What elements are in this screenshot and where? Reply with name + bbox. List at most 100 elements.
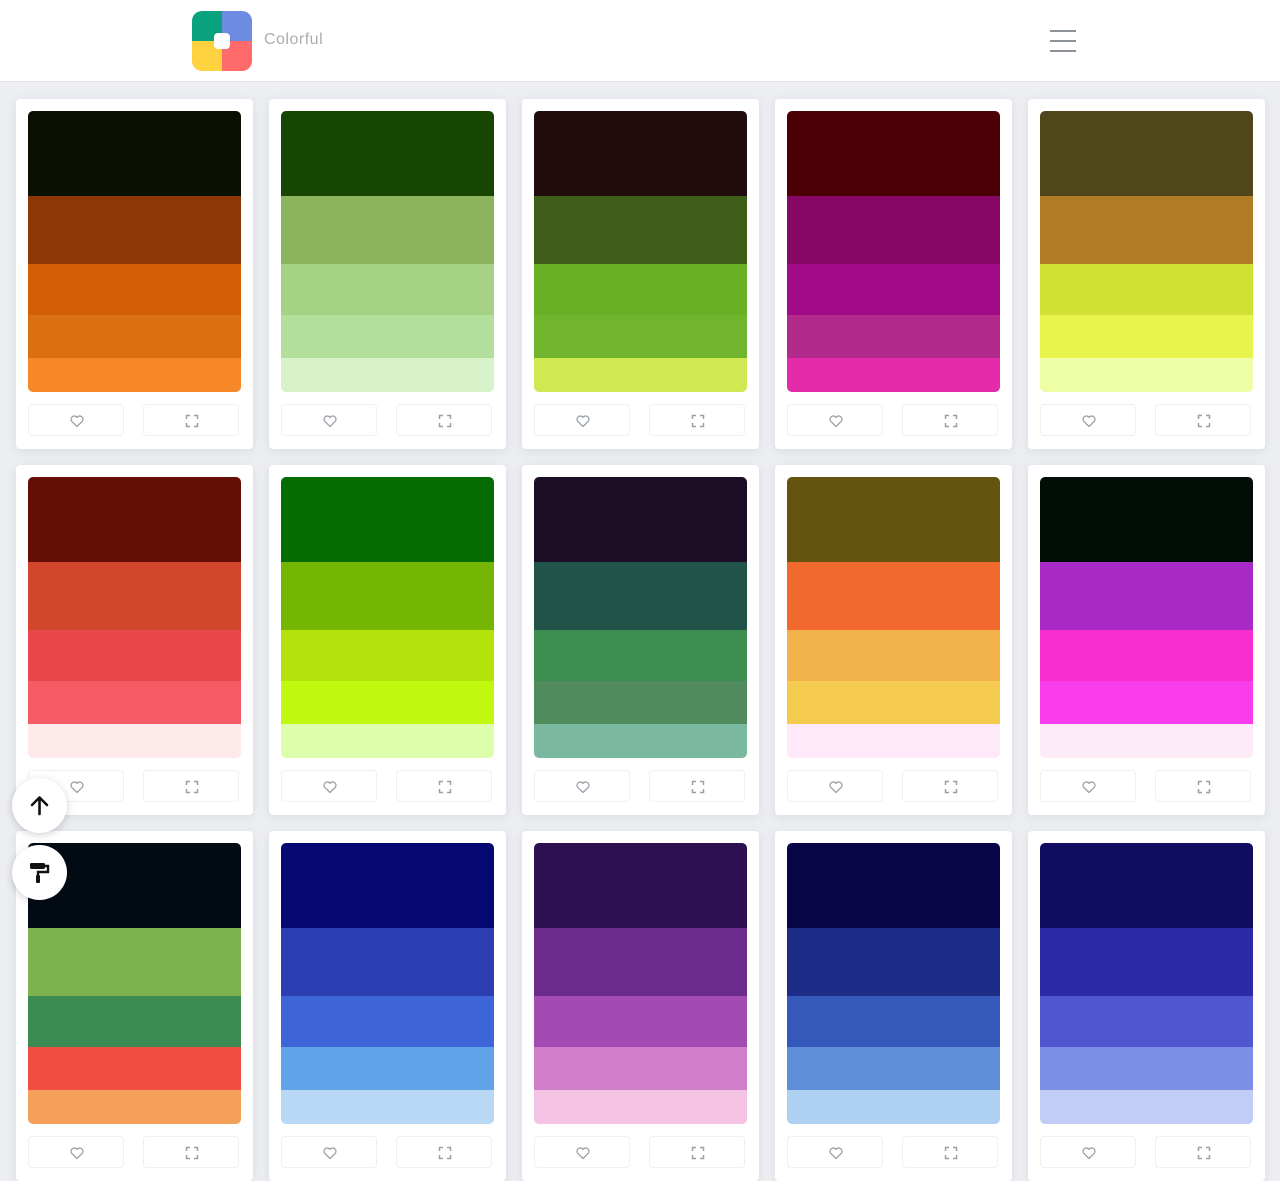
color-swatch[interactable] — [787, 1090, 1000, 1124]
like-button[interactable] — [281, 1136, 377, 1168]
color-swatch[interactable] — [1040, 562, 1253, 630]
color-swatch[interactable] — [28, 358, 241, 392]
color-swatch[interactable] — [1040, 843, 1253, 928]
palette-swatches[interactable] — [281, 843, 494, 1124]
color-swatch[interactable] — [281, 264, 494, 315]
color-swatch[interactable] — [281, 681, 494, 724]
like-button[interactable] — [534, 404, 630, 436]
palette-card[interactable] — [775, 465, 1012, 815]
like-button[interactable] — [281, 770, 377, 802]
color-swatch[interactable] — [1040, 928, 1253, 996]
color-swatch[interactable] — [281, 928, 494, 996]
color-swatch[interactable] — [787, 562, 1000, 630]
palette-card[interactable] — [775, 831, 1012, 1181]
palette-card[interactable] — [269, 99, 506, 449]
like-button[interactable] — [787, 1136, 883, 1168]
palette-card[interactable] — [775, 99, 1012, 449]
palette-swatches[interactable] — [534, 843, 747, 1124]
expand-button[interactable] — [396, 1136, 492, 1168]
color-swatch[interactable] — [281, 630, 494, 681]
color-swatch[interactable] — [534, 843, 747, 928]
color-swatch[interactable] — [281, 1090, 494, 1124]
expand-button[interactable] — [902, 404, 998, 436]
palette-swatches[interactable] — [281, 477, 494, 758]
like-button[interactable] — [1040, 404, 1136, 436]
color-swatch[interactable] — [28, 630, 241, 681]
scroll-to-top-button[interactable] — [12, 778, 67, 833]
palette-card[interactable] — [16, 99, 253, 449]
expand-button[interactable] — [396, 770, 492, 802]
color-swatch[interactable] — [1040, 724, 1253, 758]
color-swatch[interactable] — [28, 264, 241, 315]
color-swatch[interactable] — [1040, 264, 1253, 315]
color-swatch[interactable] — [281, 843, 494, 928]
color-swatch[interactable] — [1040, 630, 1253, 681]
like-button[interactable] — [1040, 770, 1136, 802]
color-swatch[interactable] — [787, 358, 1000, 392]
palette-card[interactable] — [522, 831, 759, 1181]
palette-card[interactable] — [522, 99, 759, 449]
color-swatch[interactable] — [787, 996, 1000, 1047]
color-swatch[interactable] — [534, 996, 747, 1047]
like-button[interactable] — [534, 770, 630, 802]
expand-button[interactable] — [649, 404, 745, 436]
expand-button[interactable] — [649, 770, 745, 802]
color-swatch[interactable] — [1040, 1090, 1253, 1124]
color-swatch[interactable] — [534, 630, 747, 681]
color-swatch[interactable] — [787, 630, 1000, 681]
palette-swatches[interactable] — [1040, 843, 1253, 1124]
brand-name[interactable]: Colorful — [264, 31, 323, 49]
color-swatch[interactable] — [534, 1047, 747, 1090]
color-swatch[interactable] — [787, 264, 1000, 315]
color-swatch[interactable] — [787, 724, 1000, 758]
color-swatch[interactable] — [787, 477, 1000, 562]
color-swatch[interactable] — [787, 843, 1000, 928]
color-swatch[interactable] — [1040, 681, 1253, 724]
like-button[interactable] — [534, 1136, 630, 1168]
palette-card[interactable] — [269, 465, 506, 815]
color-swatch[interactable] — [534, 111, 747, 196]
palette-swatches[interactable] — [787, 111, 1000, 392]
palette-swatches[interactable] — [281, 111, 494, 392]
color-swatch[interactable] — [534, 681, 747, 724]
expand-button[interactable] — [1155, 1136, 1251, 1168]
color-swatch[interactable] — [281, 315, 494, 358]
color-swatch[interactable] — [281, 562, 494, 630]
color-swatch[interactable] — [28, 996, 241, 1047]
like-button[interactable] — [1040, 1136, 1136, 1168]
hamburger-menu-icon[interactable] — [1044, 26, 1082, 56]
expand-button[interactable] — [143, 404, 239, 436]
color-swatch[interactable] — [1040, 477, 1253, 562]
palette-card[interactable] — [1028, 99, 1265, 449]
color-swatch[interactable] — [787, 928, 1000, 996]
palette-card[interactable] — [522, 465, 759, 815]
color-swatch[interactable] — [281, 111, 494, 196]
palette-swatches[interactable] — [787, 843, 1000, 1124]
palette-card[interactable] — [269, 831, 506, 1181]
color-swatch[interactable] — [281, 358, 494, 392]
palette-swatches[interactable] — [1040, 111, 1253, 392]
expand-button[interactable] — [902, 770, 998, 802]
color-swatch[interactable] — [281, 196, 494, 264]
color-swatch[interactable] — [787, 1047, 1000, 1090]
color-swatch[interactable] — [534, 562, 747, 630]
color-swatch[interactable] — [787, 681, 1000, 724]
color-swatch[interactable] — [28, 562, 241, 630]
palette-swatches[interactable] — [787, 477, 1000, 758]
color-swatch[interactable] — [534, 724, 747, 758]
color-swatch[interactable] — [1040, 996, 1253, 1047]
color-swatch[interactable] — [1040, 111, 1253, 196]
color-swatch[interactable] — [281, 724, 494, 758]
color-swatch[interactable] — [1040, 1047, 1253, 1090]
color-swatch[interactable] — [28, 315, 241, 358]
expand-button[interactable] — [1155, 770, 1251, 802]
color-swatch[interactable] — [534, 1090, 747, 1124]
color-swatch[interactable] — [28, 196, 241, 264]
color-swatch[interactable] — [1040, 358, 1253, 392]
palette-swatches[interactable] — [28, 477, 241, 758]
color-swatch[interactable] — [28, 724, 241, 758]
color-swatch[interactable] — [787, 315, 1000, 358]
color-swatch[interactable] — [28, 928, 241, 996]
expand-button[interactable] — [902, 1136, 998, 1168]
like-button[interactable] — [787, 770, 883, 802]
